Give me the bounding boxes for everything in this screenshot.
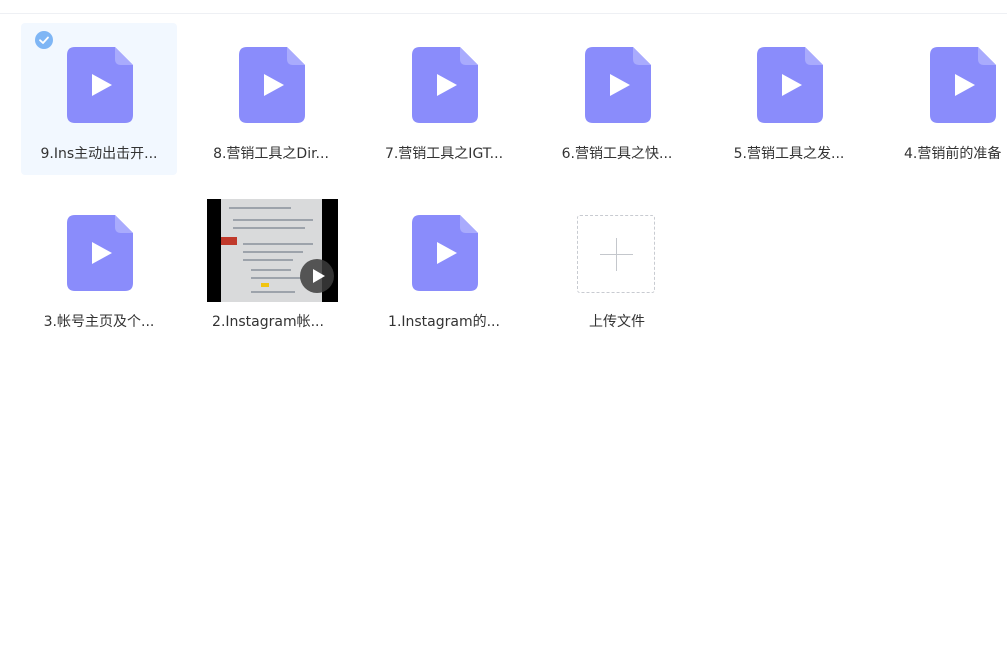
file-name: 9.Ins主动出击开... [40,146,158,162]
file-name: 1.Instagram的... [388,314,500,330]
file-item-9[interactable]: 9.Ins主动出击开... [21,23,177,175]
file-item-7[interactable]: 7.营销工具之IGT... [366,23,522,175]
plus-icon[interactable] [577,215,655,293]
file-item-5[interactable]: 5.营销工具之发... [711,23,867,175]
file-name: 2.Instagram帐... [212,314,324,330]
selected-check-icon[interactable] [35,31,53,49]
video-file-icon [930,47,996,123]
video-file-icon [67,215,133,291]
file-item-2[interactable]: 2.Instagram帐... [190,175,346,330]
file-item-4[interactable]: 4.营销前的准备 [884,23,1007,175]
file-item-6[interactable]: 6.营销工具之快... [539,23,695,175]
file-name: 7.营销工具之IGT... [384,146,504,162]
video-file-icon [412,215,478,291]
video-file-icon [585,47,651,123]
file-item-3[interactable]: 3.帐号主页及个... [21,191,177,343]
upload-label: 上传文件 [589,314,645,330]
video-file-icon [757,47,823,123]
file-item-1[interactable]: 1.Instagram的... [366,191,522,343]
video-file-icon [67,47,133,123]
file-name: 8.营销工具之Dir... [213,146,329,162]
video-file-icon [412,47,478,123]
file-name: 5.营销工具之发... [733,146,845,162]
file-name: 3.帐号主页及个... [43,314,155,330]
video-thumbnail [207,199,338,302]
file-grid: 9.Ins主动出击开... 8.营销工具之Dir... 7.营销工具之IGT..… [0,0,1007,648]
play-icon [300,259,334,293]
file-name: 6.营销工具之快... [561,146,673,162]
upload-file-button[interactable]: 上传文件 [539,175,695,330]
video-file-icon [239,47,305,123]
file-item-8[interactable]: 8.营销工具之Dir... [193,23,349,175]
file-name: 4.营销前的准备 [904,146,1002,162]
